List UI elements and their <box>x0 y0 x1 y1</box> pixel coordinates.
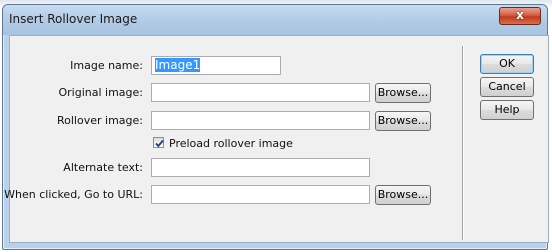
rollover-image-field[interactable] <box>151 111 370 130</box>
close-icon: x <box>516 8 524 22</box>
image-name-field[interactable]: Image1 <box>151 56 281 75</box>
goto-url-label: When clicked, Go to URL: <box>4 188 143 201</box>
preload-label[interactable]: Preload rollover image <box>169 137 293 150</box>
checkmark-icon <box>155 139 164 148</box>
button-separator <box>462 46 464 240</box>
goto-url-browse-button[interactable]: Browse... <box>375 185 431 205</box>
image-name-value: Image1 <box>155 58 201 72</box>
original-image-label: Original image: <box>58 86 143 99</box>
alternate-text-field[interactable] <box>151 158 370 177</box>
rollover-image-browse-button[interactable]: Browse... <box>375 111 431 131</box>
title-bar[interactable]: Insert Rollover Image x <box>3 5 547 35</box>
original-image-field[interactable] <box>151 83 370 102</box>
ok-button[interactable]: OK <box>480 54 534 74</box>
original-image-browse-button[interactable]: Browse... <box>375 83 431 103</box>
preload-checkbox[interactable] <box>153 137 164 148</box>
close-button[interactable]: x <box>499 7 541 25</box>
image-name-label: Image name: <box>70 59 143 72</box>
goto-url-field[interactable] <box>151 185 370 204</box>
help-button[interactable]: Help <box>480 100 534 120</box>
alternate-text-label: Alternate text: <box>63 161 143 174</box>
insert-rollover-image-dialog: Insert Rollover Image x Image name: Imag… <box>2 4 549 250</box>
rollover-image-label: Rollover image: <box>57 114 143 127</box>
dialog-title: Insert Rollover Image <box>9 12 138 26</box>
cancel-button[interactable]: Cancel <box>480 77 534 97</box>
dialog-body: Image name: Image1 Original image: Brows… <box>4 35 549 243</box>
